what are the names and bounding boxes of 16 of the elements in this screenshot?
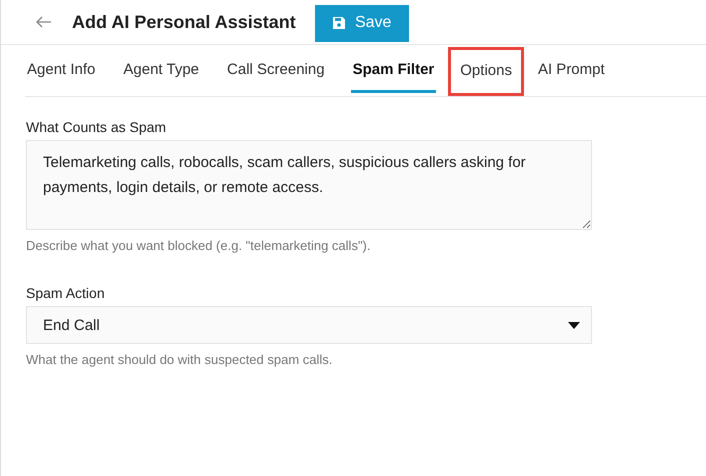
- tab[interactable]: Options: [458, 50, 514, 93]
- page-title: Add AI Personal Assistant: [72, 12, 296, 32]
- tab[interactable]: Agent Type: [121, 48, 202, 93]
- help-text: What the agent should do with suspected spam calls.: [26, 352, 334, 367]
- tab[interactable]: Spam Filter: [350, 48, 436, 93]
- tab[interactable]: AI Prompt: [536, 48, 607, 93]
- help-text: Describe what you want blocked (e.g. "telemarketing calls").: [26, 238, 372, 253]
- caret-icon: [568, 322, 580, 328]
- field-label: What Counts as Spam: [26, 119, 168, 135]
- spam-action-select[interactable]: End Call: [26, 306, 592, 344]
- tab[interactable]: Call Screening: [225, 48, 327, 93]
- field-label: Spam Action: [26, 285, 106, 301]
- spam-description-field[interactable]: Telemarketing calls, robocalls, scam callers, suspicious callers asking for payments, login details, or remote access.: [26, 140, 592, 230]
- back-arrow-icon[interactable]: [36, 16, 52, 28]
- tab[interactable]: Agent Info: [25, 48, 98, 93]
- save-icon: [332, 16, 346, 30]
